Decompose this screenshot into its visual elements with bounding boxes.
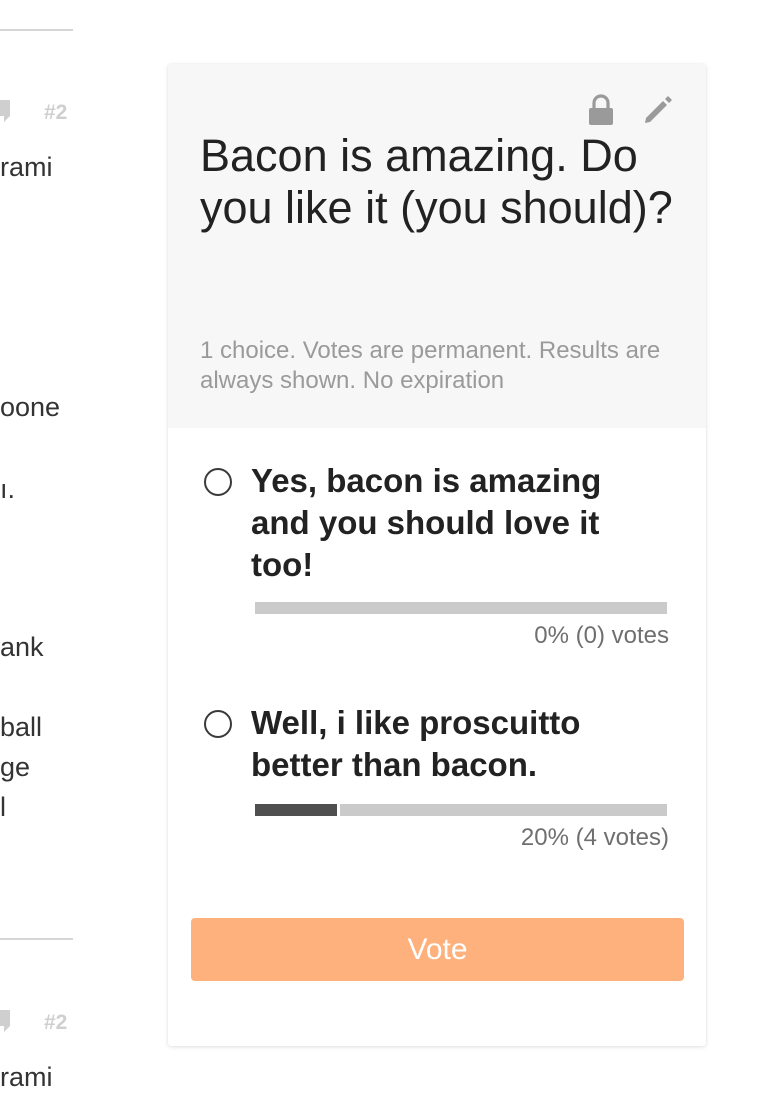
post-text-snippet: oone <box>0 392 61 422</box>
option-votes-text: 20% (4 votes) <box>520 824 669 851</box>
poll-option[interactable]: Yes, bacon is amazing and you should lov… <box>168 460 706 649</box>
post-number: #2 <box>44 101 68 124</box>
lock-icon <box>589 94 613 125</box>
post-text-snippet: ge <box>0 752 31 782</box>
post-number: #2 <box>44 1011 68 1034</box>
post-text-snippet: rami <box>0 152 53 182</box>
option-result-bar <box>255 804 667 816</box>
post-text-snippet: l <box>0 792 6 822</box>
option-result-bar <box>255 602 667 614</box>
poll-settings-summary: 1 choice. Votes are permanent. Results a… <box>200 337 661 394</box>
reply-bubble-icon <box>0 100 10 122</box>
thread-background: #2 rami oone ı. ank ball ge l #2 rami <box>0 0 80 1102</box>
option-radio[interactable] <box>204 710 232 738</box>
post-text-snippet: ı. <box>0 474 16 504</box>
thread-divider <box>0 29 73 31</box>
post-text-snippet: ball <box>0 712 43 742</box>
post-text-snippet: rami <box>0 1062 53 1092</box>
option-result-separator <box>337 804 340 816</box>
poll-title: Bacon is amazing. Do you like it (you sh… <box>200 130 673 233</box>
thread-divider <box>0 938 73 940</box>
poll-card: Bacon is amazing. Do you like it (you sh… <box>168 64 706 1046</box>
option-votes-text: 0% (0) votes <box>534 622 669 649</box>
page: #2 rami oone ı. ank ball ge l #2 rami Ba… <box>0 0 770 1102</box>
post-text-snippet: ank <box>0 632 44 662</box>
poll-option[interactable]: Well, i like proscuitto better than baco… <box>168 702 706 862</box>
option-label: Yes, bacon is amazing and you should lov… <box>251 462 602 583</box>
option-result-fill <box>255 804 337 816</box>
vote-button[interactable]: Vote <box>191 918 684 981</box>
reply-bubble-icon <box>0 1010 10 1032</box>
edit-pencil-icon[interactable] <box>642 94 674 126</box>
option-label: Well, i like proscuitto better than baco… <box>251 704 581 783</box>
option-radio[interactable] <box>204 468 232 496</box>
poll-header: Bacon is amazing. Do you like it (you sh… <box>168 64 706 428</box>
